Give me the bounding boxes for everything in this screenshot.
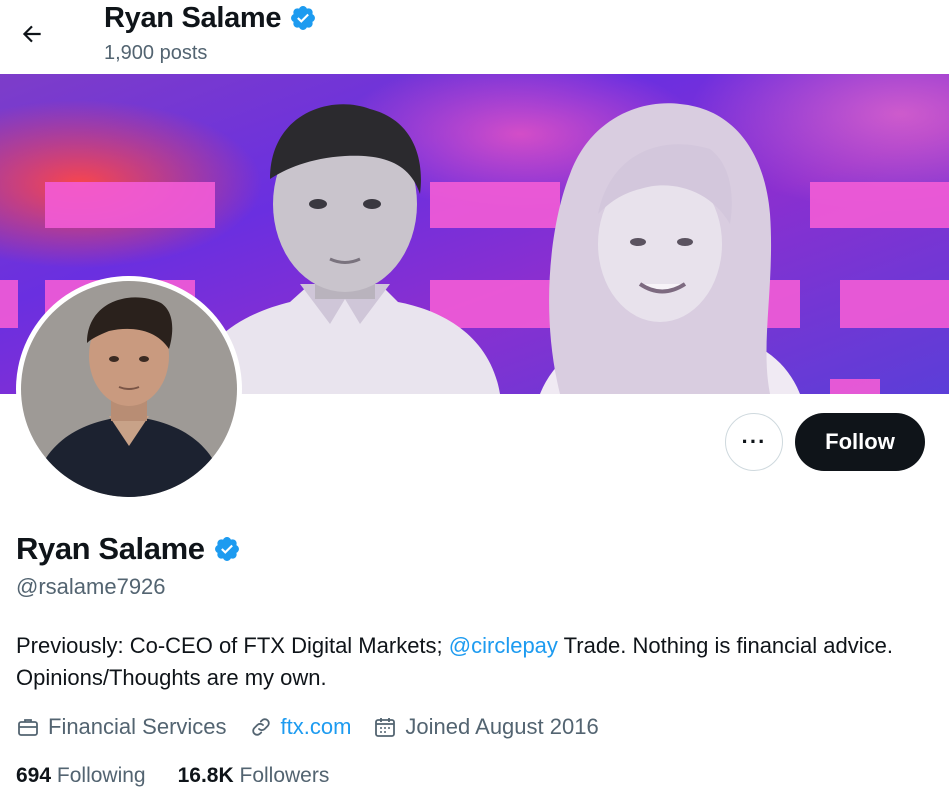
followers-label: Followers — [239, 764, 330, 787]
link-icon — [251, 718, 270, 736]
followers-count: 16.8K — [177, 764, 234, 787]
back-button[interactable] — [12, 14, 52, 54]
bio-text-start: Previously: Co-CEO of FTX Digital Market… — [16, 633, 449, 658]
profile-name-row: Ryan Salame — [16, 530, 241, 568]
bio-mention-link[interactable]: @circlepay — [449, 633, 558, 658]
calendar-icon — [375, 718, 396, 737]
more-options-button[interactable]: ··· — [725, 413, 783, 471]
verified-badge-icon[interactable] — [213, 535, 241, 563]
avatar-image — [21, 281, 237, 497]
profile-bio: Previously: Co-CEO of FTX Digital Market… — [16, 630, 926, 694]
header-name: Ryan Salame — [104, 2, 282, 34]
follow-stats: 694 Following 16.8K Followers — [16, 764, 329, 788]
avatar[interactable] — [16, 276, 242, 502]
back-arrow-icon — [22, 25, 41, 43]
following-count: 694 — [16, 764, 52, 787]
following-link[interactable]: 694 Following — [16, 764, 146, 788]
banner-person-right — [540, 103, 800, 394]
joined-item: Joined August 2016 — [373, 714, 599, 740]
follow-button[interactable]: Follow — [795, 413, 925, 471]
joined-text: Joined August 2016 — [405, 714, 599, 739]
following-label: Following — [56, 764, 146, 787]
briefcase-icon — [18, 719, 38, 736]
header-title-row: Ryan Salame — [104, 0, 317, 36]
website-link[interactable]: ftx.com — [281, 714, 352, 740]
website-item[interactable]: ftx.com — [249, 714, 352, 740]
category-text: Financial Services — [48, 714, 227, 739]
profile-handle: @rsalame7926 — [16, 574, 166, 599]
top-bar: Ryan Salame 1,900 posts — [0, 0, 949, 74]
posts-count: 1,900 posts — [104, 42, 208, 64]
followers-link[interactable]: 16.8K Followers — [178, 764, 330, 788]
verified-badge-icon — [291, 6, 316, 30]
category-item: Financial Services — [16, 714, 227, 740]
display-name: Ryan Salame — [16, 531, 205, 566]
profile-meta: Financial Services ftx.com Joined August… — [16, 714, 599, 740]
